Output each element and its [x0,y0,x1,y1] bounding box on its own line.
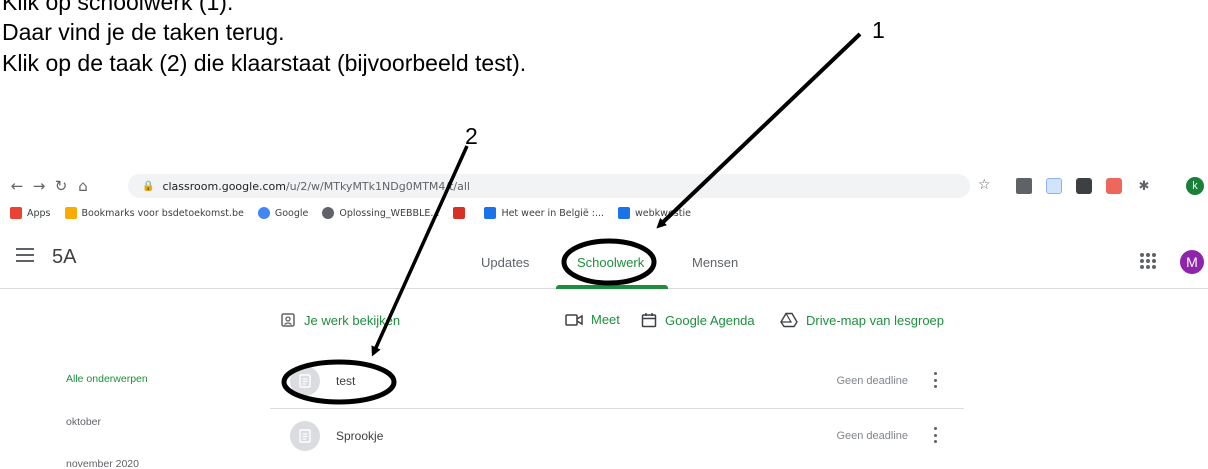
view-your-work-link[interactable]: Je werk bekijken [280,312,400,328]
browser-toolbar: ← → ↻ ⌂ 🔒 classroom.google.com/u/2/w/MTk… [0,172,1208,200]
assignment-title: test [336,374,356,388]
puzzle-extensions-icon[interactable]: ✱ [1136,178,1152,194]
url-path: /u/2/w/MTkyMTk1NDg0MTM4/t/all [285,179,470,193]
instruction-line-2: Daar vind je de taken terug. [2,19,285,45]
drive-icon [780,312,798,328]
code-extension-icon[interactable] [1076,178,1092,194]
bookmarks-bar: Apps Bookmarks voor bsdetoekomst.be Goog… [0,201,1208,225]
doc-icon [618,207,631,219]
tab-updates[interactable]: Updates [481,255,529,270]
tab-people[interactable]: Mensen [692,255,738,270]
assignment-due: Geen deadline [836,375,908,387]
bookmark-google[interactable]: Google [257,207,308,219]
id-badge-icon [281,313,295,327]
meet-link[interactable]: Meet [565,312,620,327]
bookmark-webkwestie[interactable]: webkwestie [618,207,691,219]
folder-icon [64,207,77,219]
google-calendar-link[interactable]: Google Agenda [641,312,755,328]
home-icon[interactable]: ⌂ [74,177,92,195]
url-text: classroom.google.com/u/2/w/MTkyMTk1NDg0M… [162,180,470,193]
more-vert-icon[interactable] [934,372,938,388]
image-extension-icon[interactable] [1046,178,1062,194]
pdf-extension-icon[interactable] [1106,178,1122,194]
menu-icon[interactable] [16,248,34,262]
tab-classwork[interactable]: Schoolwerk [577,255,644,270]
account-avatar[interactable]: M [1180,250,1204,274]
assignment-item[interactable]: test Geen deadline [270,352,964,410]
drive-extension-icon[interactable] [1016,178,1032,194]
globe-icon [322,207,335,219]
bookmark-oplossing[interactable]: Oplossing_WEBBLE... [322,207,439,219]
assignment-due: Geen deadline [836,430,908,442]
bookmark-folder[interactable]: Bookmarks voor bsdetoekomst.be [64,207,244,219]
weather-icon [484,207,497,219]
active-tab-indicator [556,285,668,289]
topic-oktober[interactable]: oktober [66,416,101,428]
bookmark-star-icon[interactable]: ☆ [978,177,991,193]
back-arrow-icon[interactable]: ← [8,177,26,195]
assignment-icon [290,366,320,396]
callout-number-1: 1 [872,17,885,43]
assignment-item[interactable]: Sprookje Geen deadline [270,407,964,465]
bookmark-pdf[interactable] [453,207,470,219]
forward-arrow-icon[interactable]: → [30,177,48,195]
lock-icon: 🔒 [142,180,155,192]
assignment-title: Sprookje [336,429,384,443]
topic-all[interactable]: Alle onderwerpen [66,373,148,385]
bookmark-weather[interactable]: Het weer in België :... [484,207,604,219]
more-vert-icon[interactable] [934,427,938,443]
url-host: classroom.google.com [162,179,286,193]
topic-november-2020[interactable]: november 2020 [66,458,139,469]
class-name: 5A [52,246,77,268]
callout-number-2: 2 [465,123,478,149]
assignment-icon [290,421,320,451]
class-drive-folder-link[interactable]: Drive-map van lesgroep [780,312,944,328]
google-apps-icon[interactable] [1140,253,1156,269]
instruction-line-3: Klik op de taak (2) die klaarstaat (bijv… [2,50,527,76]
address-bar[interactable]: 🔒 classroom.google.com/u/2/w/MTkyMTk1NDg… [128,174,970,198]
classroom-header: 5A Updates Schoolwerk Mensen M [0,233,1208,289]
browser-profile-avatar[interactable]: k [1186,177,1204,195]
instruction-line-1: Klik op schoolwerk (1). [2,0,234,15]
bookmark-apps[interactable]: Apps [10,207,51,219]
apps-grid-icon [10,207,22,219]
google-icon [257,207,270,219]
video-camera-icon [565,313,583,326]
calendar-icon [641,313,657,328]
pdf-icon [453,207,466,219]
reload-icon[interactable]: ↻ [52,177,70,195]
